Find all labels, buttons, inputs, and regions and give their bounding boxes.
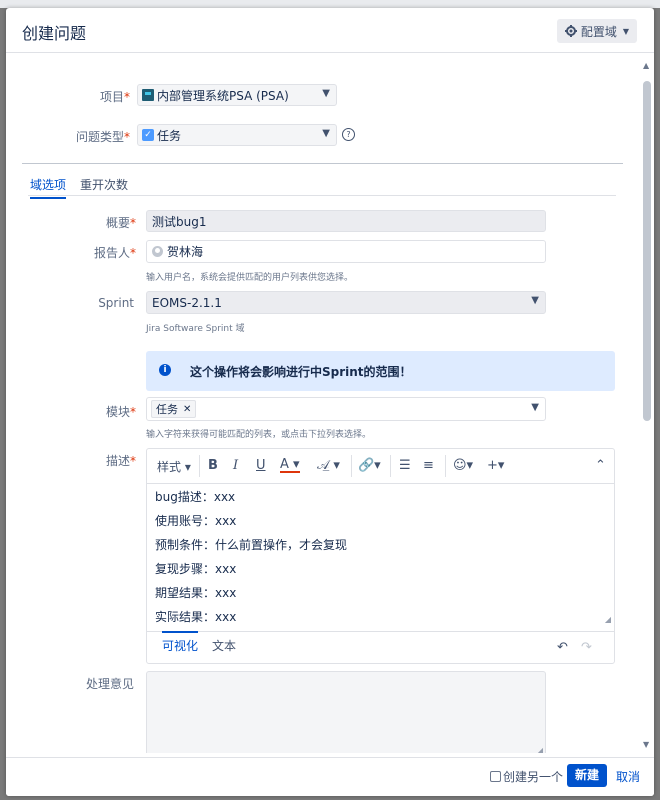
field-tabs: 域选项 重开次数 bbox=[28, 169, 616, 199]
chevron-down-icon: ▼ bbox=[531, 402, 539, 413]
component-select[interactable]: 任务 ✕ ▼ bbox=[146, 397, 546, 421]
italic-button[interactable]: I bbox=[233, 458, 238, 473]
scrollbar[interactable]: ▲ ▼ bbox=[642, 61, 652, 749]
emoji-icon[interactable]: ☺▾ bbox=[453, 458, 473, 473]
summary-input[interactable]: 测试bug1 bbox=[146, 210, 546, 232]
dialog-body: ▲ ▼ 项目* 内部管理系统PSA (PSA) ▼ 问题类型* ✓ 任务 ▼ ?… bbox=[6, 53, 654, 753]
text-color-button[interactable]: A ▾ bbox=[280, 458, 300, 473]
sprint-hint: Jira Software Sprint 域 bbox=[146, 324, 245, 334]
remove-tag-icon[interactable]: ✕ bbox=[183, 404, 191, 415]
help-icon[interactable]: ? bbox=[342, 128, 355, 141]
reporter-input[interactable]: 贺林海 bbox=[146, 240, 546, 263]
link-icon[interactable]: 🔗▾ bbox=[358, 458, 381, 473]
cancel-link[interactable]: 取消 bbox=[616, 768, 640, 785]
description-label: 描述* bbox=[105, 454, 136, 468]
issue-type-label: 问题类型* bbox=[75, 130, 130, 144]
tab-reopen-count[interactable]: 重开次数 bbox=[80, 176, 128, 193]
sprint-label: Sprint bbox=[98, 296, 134, 310]
configure-fields-label: 配置域 bbox=[580, 24, 617, 39]
sprint-select[interactable]: EOMS-2.1.1 ▼ bbox=[146, 291, 546, 314]
sprint-value: EOMS-2.1.1 bbox=[152, 295, 222, 310]
handling-textarea[interactable]: ◢ bbox=[146, 671, 546, 753]
reporter-label: 报告人* bbox=[93, 246, 136, 260]
toolbar-divider bbox=[351, 455, 352, 477]
create-another-label: 创建另一个 bbox=[503, 770, 564, 784]
summary-label: 概要* bbox=[105, 216, 136, 230]
chevron-down-icon: ▼ bbox=[531, 295, 539, 306]
issue-type-value: 任务 bbox=[157, 128, 182, 143]
resize-handle-icon[interactable]: ◢ bbox=[605, 615, 611, 624]
component-hint: 输入字符来获得可能匹配的列表，或点击下拉列表选择。 bbox=[146, 430, 372, 440]
numbered-list-icon[interactable]: ≡ bbox=[423, 458, 434, 473]
bullet-list-icon[interactable]: ☰ bbox=[399, 458, 411, 473]
reporter-value: 贺林海 bbox=[167, 245, 204, 259]
chevron-down-icon: ▼ bbox=[622, 26, 629, 36]
scroll-down-icon[interactable]: ▼ bbox=[643, 740, 649, 749]
redo-icon[interactable]: ↷ bbox=[581, 640, 592, 655]
format-more-icon[interactable]: 𝒜̲ ▾ bbox=[317, 458, 340, 473]
issue-type-select[interactable]: ✓ 任务 ▼ bbox=[137, 124, 337, 146]
gear-icon bbox=[564, 25, 577, 37]
description-line: 实际结果：xxx bbox=[155, 610, 237, 624]
description-line: 期望结果：xxx bbox=[155, 586, 237, 600]
project-value: 内部管理系统PSA (PSA) bbox=[157, 88, 289, 103]
reporter-hint: 输入用户名，系统会提供匹配的用户列表供您选择。 bbox=[146, 273, 354, 283]
description-line: bug描述：xxx bbox=[155, 490, 236, 504]
tab-text-mode[interactable]: 文本 bbox=[212, 637, 236, 654]
tab-field-options[interactable]: 域选项 bbox=[30, 176, 67, 199]
handling-label: 处理意见 bbox=[85, 677, 134, 691]
underline-button[interactable]: U bbox=[256, 458, 266, 473]
component-label: 模块* bbox=[105, 405, 136, 419]
dialog-header: 创建问题 配置域 ▼ bbox=[6, 8, 654, 53]
style-dropdown[interactable]: 样式 ▾ bbox=[157, 458, 191, 475]
create-another-option[interactable]: 创建另一个 bbox=[490, 768, 563, 785]
avatar bbox=[152, 246, 163, 257]
tab-visual-mode[interactable]: 可视化 bbox=[162, 631, 199, 654]
collapse-toolbar-icon[interactable]: ⌃ bbox=[595, 458, 606, 473]
resize-handle-icon[interactable]: ◢ bbox=[537, 746, 543, 753]
project-icon bbox=[142, 89, 154, 101]
configure-fields-button[interactable]: 配置域 ▼ bbox=[556, 19, 637, 43]
project-label: 项目* bbox=[99, 90, 130, 104]
dialog-footer: 创建另一个 新建 取消 bbox=[6, 757, 654, 796]
description-line: 复现步骤：xxx bbox=[155, 562, 237, 576]
toolbar-divider bbox=[445, 455, 446, 477]
bold-button[interactable]: B bbox=[208, 458, 218, 473]
toolbar-divider bbox=[390, 455, 391, 477]
component-tag: 任务 ✕ bbox=[151, 400, 197, 418]
description-line: 预制条件：什么前置操作，才会复现 bbox=[155, 538, 348, 552]
editor-toolbar: 样式 ▾ B I U A ▾ 𝒜̲ ▾ 🔗▾ ☰ ≡ ☺▾ +▾ ⌃ bbox=[147, 449, 614, 484]
create-button[interactable]: 新建 bbox=[567, 764, 607, 787]
scrollbar-thumb[interactable] bbox=[643, 81, 651, 421]
chevron-down-icon: ▼ bbox=[322, 128, 330, 139]
project-select[interactable]: 内部管理系统PSA (PSA) ▼ bbox=[137, 84, 337, 106]
undo-icon[interactable]: ↶ bbox=[557, 640, 568, 655]
sprint-info-message: i 这个操作将会影响进行中Sprint的范围！ bbox=[146, 351, 615, 391]
description-line: 使用账号：xxx bbox=[155, 514, 237, 528]
section-divider bbox=[22, 163, 623, 164]
background-page bbox=[0, 0, 660, 8]
description-content[interactable]: bug描述：xxx 使用账号：xxx 预制条件：什么前置操作，才会复现 复现步骤… bbox=[155, 485, 347, 629]
chevron-down-icon: ▼ bbox=[322, 88, 330, 99]
create-another-checkbox[interactable] bbox=[490, 771, 501, 782]
dialog-title: 创建问题 bbox=[22, 24, 87, 43]
editor-mode-bar: 可视化 文本 ↶ ↷ bbox=[147, 631, 614, 664]
create-issue-dialog: 创建问题 配置域 ▼ ▲ ▼ 项目* 内部管理系统PSA (PSA) ▼ 问题类… bbox=[6, 8, 654, 796]
toolbar-divider bbox=[199, 455, 200, 477]
scroll-up-icon[interactable]: ▲ bbox=[643, 61, 649, 70]
description-editor[interactable]: 样式 ▾ B I U A ▾ 𝒜̲ ▾ 🔗▾ ☰ ≡ ☺▾ +▾ ⌃ bug描述… bbox=[146, 448, 615, 664]
sprint-info-text: 这个操作将会影响进行中Sprint的范围！ bbox=[190, 365, 412, 379]
insert-more-icon[interactable]: +▾ bbox=[487, 458, 504, 473]
info-icon: i bbox=[159, 364, 171, 376]
component-tag-label: 任务 bbox=[156, 403, 178, 416]
task-checkbox-icon: ✓ bbox=[142, 129, 154, 141]
